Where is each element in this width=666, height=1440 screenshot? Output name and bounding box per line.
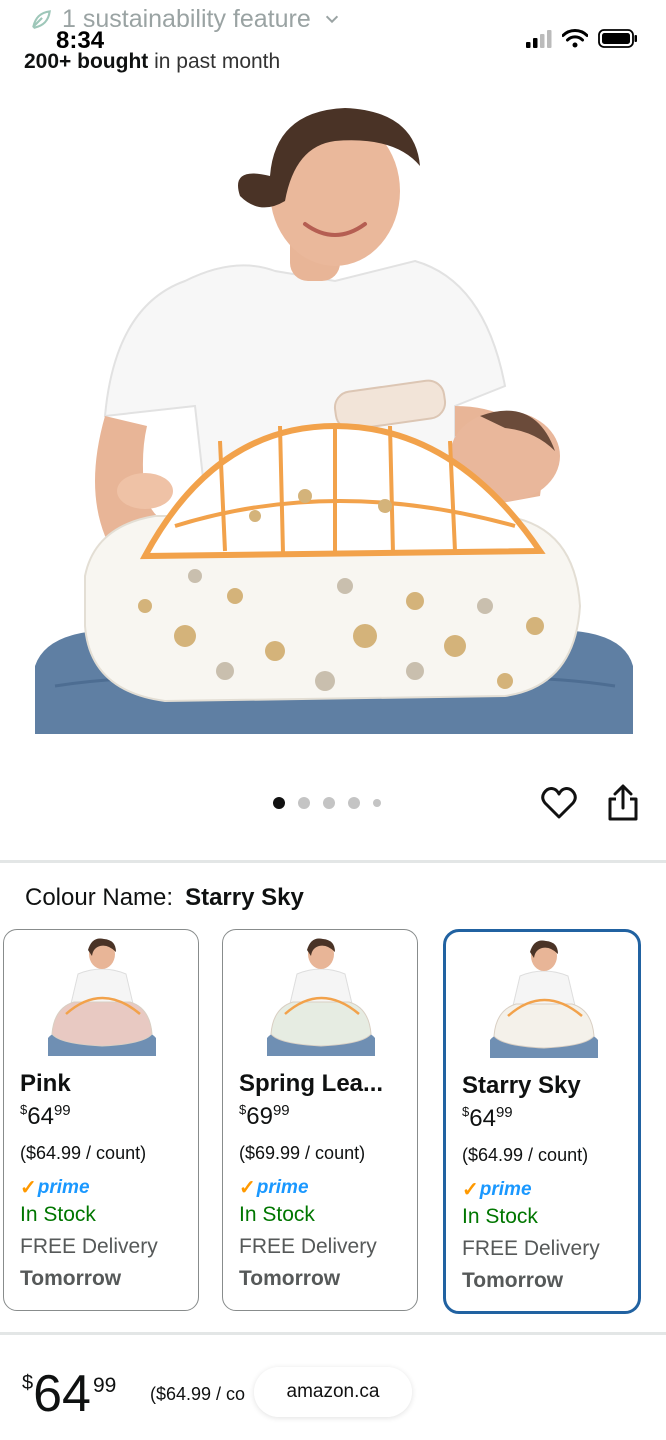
variant-name: Spring Lea... [239, 1070, 384, 1097]
cellular-signal-icon [526, 29, 552, 48]
prime-badge: ✓ prime [462, 1177, 532, 1202]
bottom-price-whole: 64 [33, 1365, 91, 1423]
pagination-dot-active[interactable] [273, 797, 285, 809]
variant-price: $6999 [239, 1102, 290, 1131]
chevron-down-icon [325, 15, 338, 24]
pagination-dot[interactable] [373, 799, 381, 807]
variant-unit-price: ($64.99 / count) [20, 1143, 147, 1163]
variant-thumbnail [267, 938, 375, 1056]
variant-card[interactable]: Pink $6499 ($64.99 / count) ✓ prime In Stock F… [3, 929, 199, 1311]
colour-name-row: Colour Name: Starry Sky [25, 884, 304, 912]
bottom-unit-price: ($64.99 / co [150, 1384, 246, 1404]
bought-count: 200+ bought in past month [24, 50, 280, 74]
share-icon[interactable] [606, 784, 640, 822]
battery-icon [598, 29, 637, 48]
prime-badge: ✓ prime [239, 1175, 309, 1200]
prime-label: prime [256, 1176, 309, 1198]
variant-price-cents: 99 [53, 1102, 71, 1119]
prime-label: prime [37, 1176, 90, 1198]
heart-icon[interactable] [540, 784, 578, 822]
variant-price: $6499 [20, 1102, 71, 1131]
bottom-price-currency: $ [22, 1372, 34, 1394]
status-icons [526, 29, 638, 48]
bought-count-bold: 200+ bought [24, 50, 149, 73]
variant-unit-price: ($64.99 / count) [462, 1145, 589, 1165]
stock-status: In Stock [462, 1205, 538, 1228]
pagination-dot[interactable] [323, 797, 335, 809]
delivery-label: FREE Delivery [462, 1237, 600, 1260]
section-divider [0, 860, 666, 863]
prime-check-icon: ✓ [239, 1177, 256, 1199]
product-photo-illustration [35, 108, 633, 734]
pagination-dot[interactable] [348, 797, 360, 809]
bought-count-suffix: in past month [148, 50, 281, 73]
prime-check-icon: ✓ [462, 1179, 479, 1201]
delivery-date: Tomorrow [20, 1267, 122, 1290]
delivery-date: Tomorrow [239, 1267, 341, 1290]
variant-price-whole: 64 [469, 1105, 496, 1132]
variant-price-cents: 99 [495, 1104, 513, 1121]
delivery-label: FREE Delivery [239, 1235, 377, 1258]
pagination-dot[interactable] [298, 797, 310, 809]
colour-name-label: Colour Name: [25, 884, 174, 911]
variant-unit-price: ($69.99 / count) [239, 1143, 366, 1163]
prime-label: prime [479, 1178, 532, 1200]
product-image[interactable] [35, 106, 633, 734]
colour-name-value: Starry Sky [185, 884, 304, 911]
leaf-icon [32, 10, 51, 29]
variant-price-whole: 64 [27, 1103, 54, 1130]
variant-card[interactable]: Spring Lea... $6999 ($69.99 / count) ✓ prime… [222, 929, 418, 1311]
image-pagination[interactable] [273, 797, 381, 809]
stock-status: In Stock [239, 1203, 315, 1226]
variant-price-cents: 99 [272, 1102, 290, 1119]
variant-card[interactable]: Starry Sky $6499 ($64.99 / count) ✓ prime In … [443, 929, 641, 1314]
prime-badge: ✓ prime [20, 1175, 90, 1200]
bottom-price-cents: 99 [92, 1374, 117, 1397]
variant-price: $6499 [462, 1104, 513, 1133]
prime-check-icon: ✓ [20, 1177, 37, 1199]
wifi-icon [562, 29, 588, 48]
variant-name: Starry Sky [462, 1072, 581, 1099]
bottom-price: $ 64 99 [22, 1368, 116, 1420]
variant-name: Pink [20, 1070, 71, 1097]
variant-thumbnail [48, 938, 156, 1056]
stock-status: In Stock [20, 1203, 96, 1226]
variant-thumbnail [490, 940, 598, 1058]
delivery-label: FREE Delivery [20, 1235, 158, 1258]
section-divider [0, 1332, 666, 1335]
browser-url-pill[interactable]: amazon.ca [254, 1367, 412, 1417]
variant-price-whole: 69 [246, 1103, 273, 1130]
delivery-date: Tomorrow [462, 1269, 564, 1292]
